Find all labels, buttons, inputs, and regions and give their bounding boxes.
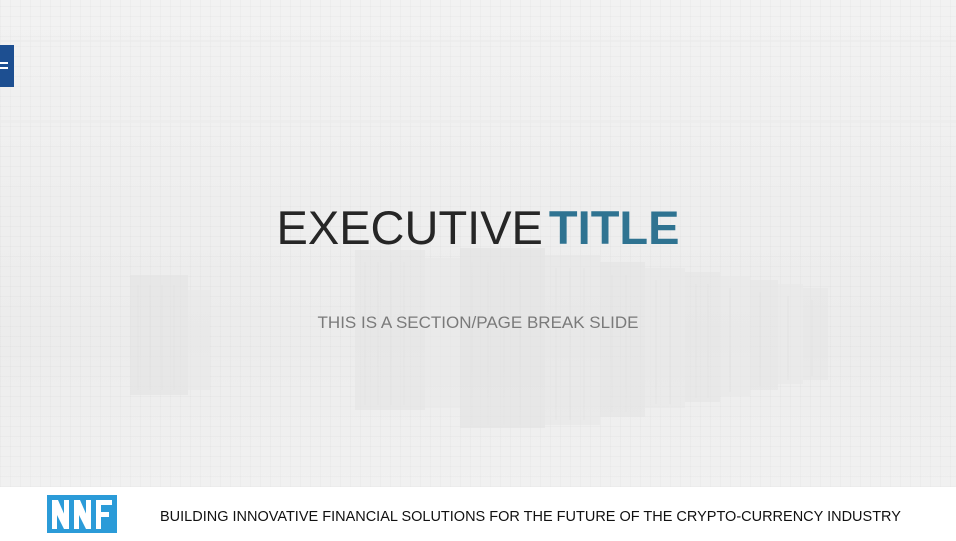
menu-toggle-button[interactable] bbox=[0, 45, 14, 87]
title-part-2: TITLE bbox=[548, 201, 680, 254]
hamburger-icon bbox=[0, 62, 8, 64]
hamburger-icon-bar bbox=[0, 67, 8, 69]
nnf-logo-icon bbox=[52, 500, 112, 529]
slide: EXECUTIVE TITLE THIS IS A SECTION/PAGE BR… bbox=[0, 0, 956, 541]
footer-tagline: BUILDING INNOVATIVE FINANCIAL SOLUTIONS … bbox=[160, 509, 901, 525]
title-part-1: EXECUTIVE bbox=[276, 201, 543, 254]
slide-subtitle: THIS IS A SECTION/PAGE BREAK SLIDE bbox=[317, 313, 639, 332]
footer: BUILDING INNOVATIVE FINANCIAL SOLUTIONS … bbox=[0, 487, 956, 541]
nnf-logo bbox=[47, 495, 117, 533]
slide-title: EXECUTIVE TITLE bbox=[0, 198, 956, 258]
